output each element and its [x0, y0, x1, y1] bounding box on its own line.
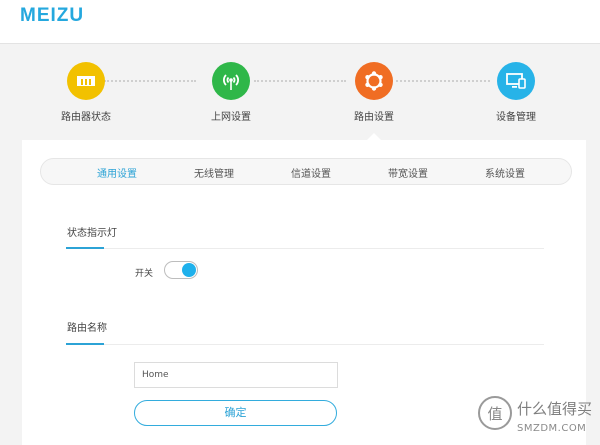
- tab-wireless-management[interactable]: 无线管理: [194, 165, 234, 180]
- tab-bandwidth-settings[interactable]: 带宽设置: [388, 165, 428, 180]
- watermark-subtext: SMZDM.COM: [517, 423, 587, 434]
- gear-icon: [355, 62, 393, 100]
- step-internet-settings[interactable]: 上网设置: [181, 62, 281, 123]
- section-divider: [66, 344, 544, 345]
- step-label: 路由器状态: [61, 112, 111, 123]
- router-name-title: 路由名称: [67, 323, 107, 334]
- section-divider: [66, 248, 544, 249]
- router-status-icon: [67, 62, 105, 100]
- tab-channel-settings[interactable]: 信道设置: [291, 165, 331, 180]
- meizu-logo[interactable]: MEIZU: [20, 5, 84, 27]
- antenna-icon: [212, 62, 250, 100]
- router-name-input[interactable]: [134, 362, 338, 388]
- tab-general-settings[interactable]: 通用设置: [97, 165, 137, 180]
- step-label: 上网设置: [211, 112, 251, 123]
- step-label: 设备管理: [496, 112, 536, 123]
- watermark-text: 什么值得买: [517, 400, 593, 418]
- step-label: 路由设置: [354, 112, 394, 123]
- setup-steps: 路由器状态 上网设置 路由设置 设备管理: [0, 44, 600, 136]
- tab-system-settings[interactable]: 系统设置: [485, 165, 525, 180]
- toggle-knob: [182, 263, 196, 277]
- top-bar: MEIZU: [0, 0, 600, 44]
- step-device-management[interactable]: 设备管理: [466, 62, 566, 123]
- confirm-button[interactable]: 确定: [134, 400, 337, 426]
- monitor-icon: [497, 62, 535, 100]
- section-title-underline: [66, 343, 104, 345]
- settings-tab-bar: 通用设置 无线管理 信道设置 带宽设置 系统设置: [40, 158, 572, 185]
- section-title-underline: [66, 247, 104, 249]
- watermark-logo: 值: [478, 396, 512, 430]
- step-router-status[interactable]: 路由器状态: [36, 62, 136, 123]
- switch-label: 开关: [135, 269, 154, 279]
- step-router-settings[interactable]: 路由设置: [324, 62, 424, 123]
- status-light-toggle[interactable]: [164, 261, 198, 279]
- status-light-title: 状态指示灯: [67, 228, 117, 239]
- watermark: 值 什么值得买 SMZDM.COM: [478, 395, 600, 445]
